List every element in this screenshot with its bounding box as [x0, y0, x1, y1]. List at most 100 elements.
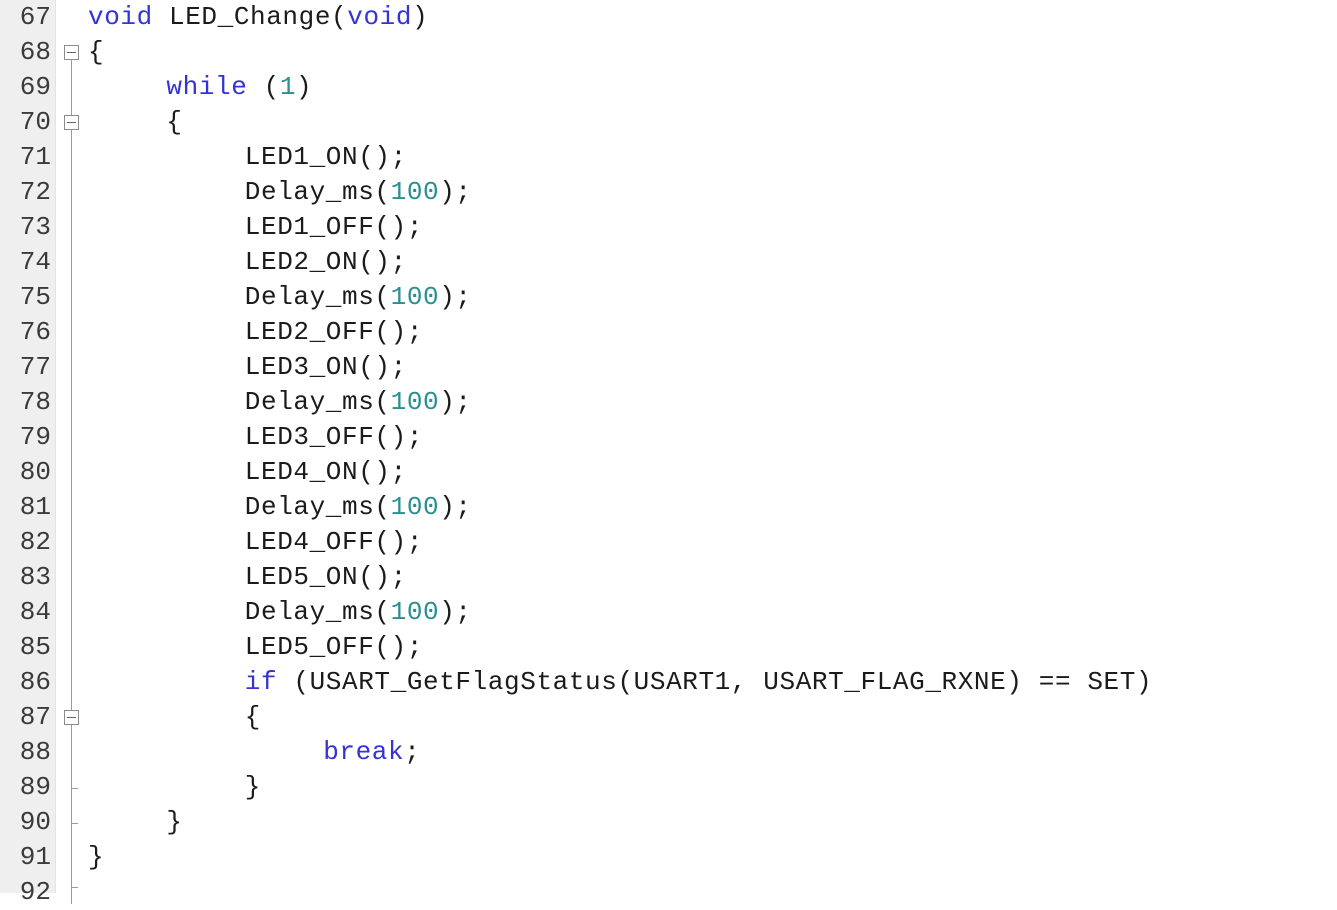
- code-token-id: LED2_ON: [244, 247, 359, 277]
- code-line[interactable]: {: [166, 105, 182, 140]
- line-number: 77: [19, 352, 51, 382]
- code-line[interactable]: LED5_OFF();: [245, 630, 423, 665]
- code-token-kw: while: [166, 72, 248, 102]
- code-token-pun: );: [439, 492, 472, 522]
- code-line[interactable]: LED5_ON();: [245, 560, 407, 595]
- code-token-pun: );: [439, 387, 472, 417]
- code-line[interactable]: Delay_ms(100);: [245, 280, 472, 315]
- line-number: 79: [19, 422, 51, 452]
- line-number: 85: [19, 632, 51, 662]
- fold-collapse-box[interactable]: [64, 115, 79, 130]
- code-line[interactable]: while (1): [166, 70, 312, 105]
- code-token-id: LED3_OFF: [244, 422, 375, 452]
- code-line[interactable]: }: [245, 770, 261, 805]
- code-token-id: LED5_ON: [244, 562, 359, 592]
- line-number: 68: [19, 37, 51, 67]
- code-token-pun: ,: [730, 667, 764, 697]
- fold-tree-line: [71, 52, 72, 904]
- code-line[interactable]: {: [245, 700, 261, 735]
- code-token-pun: (: [247, 72, 280, 102]
- code-line[interactable]: Delay_ms(100);: [245, 385, 472, 420]
- code-line[interactable]: LED2_OFF();: [245, 315, 423, 350]
- code-token-pun: (: [374, 177, 391, 207]
- code-line[interactable]: {: [88, 35, 104, 70]
- code-line[interactable]: Delay_ms(100);: [245, 175, 472, 210]
- code-line[interactable]: LED2_ON();: [245, 245, 407, 280]
- code-token-id: LED4_OFF: [244, 527, 375, 557]
- code-token-kw: void: [347, 2, 413, 32]
- code-token-pun: ();: [358, 142, 407, 172]
- fold-end-corner: [71, 886, 78, 888]
- line-number: 75: [19, 282, 51, 312]
- code-token-pun: ) ==: [1006, 667, 1088, 697]
- code-line[interactable]: LED1_ON();: [245, 140, 407, 175]
- line-number: 89: [19, 772, 51, 802]
- code-line[interactable]: }: [166, 805, 182, 840]
- code-token-id: Delay_ms: [244, 387, 375, 417]
- code-token-pun: (: [277, 667, 310, 697]
- code-token-pun: ();: [358, 457, 407, 487]
- line-number: 76: [19, 317, 51, 347]
- line-number: 83: [19, 562, 51, 592]
- code-token-num: 1: [279, 72, 297, 102]
- code-token-pun: ();: [374, 422, 424, 452]
- code-token-id: USART1: [633, 667, 731, 697]
- code-token-pun: (: [374, 492, 391, 522]
- code-token-id: LED2_OFF: [244, 317, 375, 347]
- code-token-id: LED1_ON: [244, 142, 359, 172]
- line-number: 87: [19, 702, 51, 732]
- code-token-pun: ): [296, 72, 313, 102]
- code-token-pun: (: [374, 387, 391, 417]
- line-number: 84: [19, 597, 51, 627]
- line-number: 69: [19, 72, 51, 102]
- fold-margin[interactable]: [56, 0, 88, 904]
- line-number-gutter: 67 68 69 70 71 72 73 74 75 76 77 78 79 80 81 82 83 84 85 86…: [0, 0, 56, 907]
- code-token-id: LED4_ON: [244, 457, 359, 487]
- code-token-pun: ): [412, 2, 429, 32]
- code-token-num: 100: [390, 282, 440, 312]
- code-text-area[interactable]: void LED_Change(void){while (1){LED1_ON(…: [88, 0, 1337, 893]
- code-line[interactable]: }: [88, 840, 104, 875]
- code-line[interactable]: if (USART_GetFlagStatus(USART1, USART_FL…: [245, 665, 1152, 700]
- code-token-id: LED3_ON: [244, 352, 359, 382]
- line-number: 72: [19, 177, 51, 207]
- code-token-pun: {: [166, 107, 183, 137]
- line-number: 80: [19, 457, 51, 487]
- code-line[interactable]: void LED_Change(void): [88, 0, 428, 35]
- code-token-kw: break: [323, 737, 405, 767]
- code-token-num: 100: [390, 597, 440, 627]
- code-token-id: LED5_OFF: [244, 632, 375, 662]
- line-number: 90: [19, 807, 51, 837]
- code-token-num: 100: [390, 387, 440, 417]
- code-token-id: USART_FLAG_RXNE: [763, 667, 1007, 697]
- code-token-pun: ;: [404, 737, 421, 767]
- code-token-pun: ): [1135, 667, 1153, 697]
- code-token-pun: (: [617, 667, 634, 697]
- code-line[interactable]: LED3_ON();: [245, 350, 407, 385]
- code-token-num: 100: [390, 492, 440, 522]
- code-editor[interactable]: 67 68 69 70 71 72 73 74 75 76 77 78 79 80 81 82 83 84 85 86…: [0, 0, 1337, 907]
- code-token-pun: (: [374, 282, 391, 312]
- code-token-pun: ();: [374, 632, 424, 662]
- code-line[interactable]: LED4_OFF();: [245, 525, 423, 560]
- fold-branch-tick: [71, 822, 78, 824]
- code-line[interactable]: LED1_OFF();: [245, 210, 423, 245]
- fold-collapse-box[interactable]: [64, 710, 79, 725]
- line-number: 70: [19, 107, 51, 137]
- code-line[interactable]: Delay_ms(100);: [245, 595, 472, 630]
- fold-collapse-box[interactable]: [64, 45, 79, 60]
- code-token-id: USART_GetFlagStatus: [309, 667, 618, 697]
- code-token-kw: if: [244, 667, 278, 697]
- code-line[interactable]: Delay_ms(100);: [245, 490, 472, 525]
- code-token-id: Delay_ms: [244, 177, 375, 207]
- code-line[interactable]: LED4_ON();: [245, 455, 407, 490]
- code-token-pun: ();: [374, 527, 424, 557]
- code-line[interactable]: LED3_OFF();: [245, 420, 423, 455]
- code-token-pun: );: [439, 177, 472, 207]
- code-token-pun: (: [374, 597, 391, 627]
- line-number: 73: [19, 212, 51, 242]
- code-line[interactable]: break;: [323, 735, 420, 770]
- code-token-pun: {: [244, 702, 261, 732]
- line-number: 86: [19, 667, 51, 697]
- code-token-pun: (: [331, 2, 348, 32]
